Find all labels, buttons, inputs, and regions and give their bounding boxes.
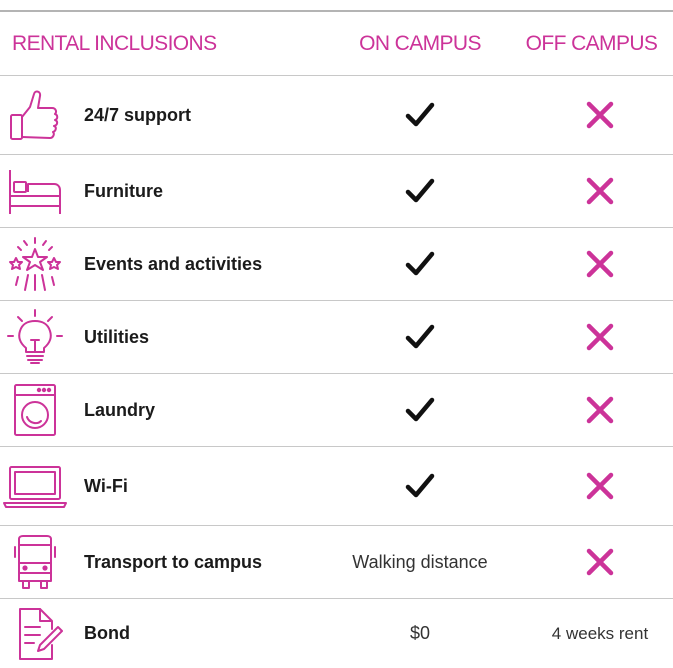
off-campus-value: 4 weeks rent — [551, 623, 649, 643]
cross-icon — [586, 101, 614, 129]
cross-icon — [586, 250, 614, 278]
on-campus-cell — [320, 447, 520, 525]
fireworks-icon — [6, 235, 64, 293]
row-label: Bond — [84, 623, 130, 643]
check-icon — [405, 324, 435, 350]
table-row: Transport to campus Walking distance — [0, 526, 673, 598]
thumbs-up-icon — [6, 86, 64, 144]
bus-icon — [6, 533, 64, 591]
on-campus-cell — [320, 228, 520, 300]
row-label: Events and activities — [84, 253, 263, 274]
header-rental-inclusions: RENTAL INCLUSIONS — [12, 31, 217, 55]
row-label: Transport to campus — [84, 551, 263, 572]
off-campus-cell: 4 weeks rent — [510, 599, 673, 668]
check-icon — [405, 178, 435, 204]
on-campus-value: Walking distance — [352, 551, 488, 572]
header-on-campus: ON CAMPUS — [359, 31, 481, 55]
off-campus-cell — [510, 76, 673, 154]
check-icon — [405, 251, 435, 277]
off-campus-cell — [510, 447, 673, 525]
document-pen-icon — [6, 605, 64, 663]
rental-inclusions-table: RENTAL INCLUSIONS ON CAMPUS OFF CAMPUS 2… — [0, 0, 673, 668]
off-campus-cell — [510, 526, 673, 598]
washing-machine-icon — [6, 381, 64, 439]
cross-icon — [586, 548, 614, 576]
off-campus-cell — [510, 301, 673, 373]
off-campus-cell — [510, 228, 673, 300]
table-row: Laundry — [0, 374, 673, 446]
row-label: Utilities — [84, 326, 150, 347]
on-campus-cell: Walking distance — [320, 526, 520, 598]
table-row: 24/7 support — [0, 76, 673, 154]
off-campus-cell — [510, 155, 673, 227]
on-campus-cell: $0 — [320, 599, 520, 668]
lightbulb-icon — [6, 308, 64, 366]
cross-icon — [586, 177, 614, 205]
check-icon — [405, 397, 435, 423]
table-row: Utilities — [0, 301, 673, 373]
on-campus-cell — [320, 76, 520, 154]
row-label: Wi-Fi — [84, 475, 128, 496]
table-row: Wi-Fi — [0, 447, 673, 525]
header-off-campus: OFF CAMPUS — [525, 31, 658, 55]
check-icon — [405, 473, 435, 499]
table-header: RENTAL INCLUSIONS ON CAMPUS OFF CAMPUS — [0, 12, 673, 75]
cross-icon — [586, 323, 614, 351]
off-campus-cell — [510, 374, 673, 446]
cross-icon — [586, 472, 614, 500]
on-campus-value: $0 — [409, 623, 431, 643]
table-row: Bond $0 4 weeks rent — [0, 599, 673, 668]
check-icon — [405, 102, 435, 128]
table-row: Furniture — [0, 155, 673, 227]
row-label: 24/7 support — [84, 104, 192, 125]
on-campus-cell — [320, 374, 520, 446]
table-row: Events and activities — [0, 228, 673, 300]
row-label: Laundry — [84, 399, 156, 420]
cross-icon — [586, 396, 614, 424]
on-campus-cell — [320, 155, 520, 227]
laptop-icon — [2, 457, 68, 515]
row-label: Furniture — [84, 180, 163, 201]
bed-icon — [6, 162, 64, 220]
on-campus-cell — [320, 301, 520, 373]
